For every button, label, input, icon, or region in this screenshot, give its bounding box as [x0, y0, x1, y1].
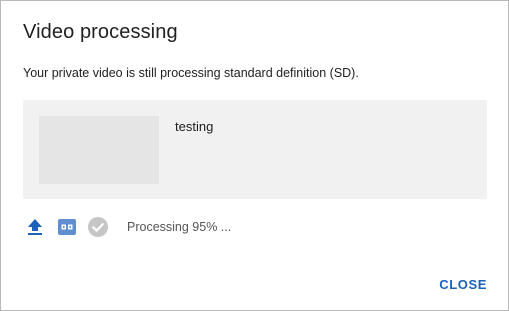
video-card: testing [23, 100, 487, 199]
close-button[interactable]: CLOSE [439, 277, 487, 292]
sd-icon [58, 219, 76, 235]
upload-icon [28, 219, 42, 235]
processing-status-row: Processing 95% ... [25, 217, 485, 239]
video-title: testing [175, 119, 214, 134]
video-processing-dialog: Video processing Your private video is s… [0, 0, 509, 311]
dialog-title: Video processing [23, 21, 178, 43]
check-circle-icon [88, 217, 108, 237]
dialog-message: Your private video is still processing s… [23, 66, 359, 80]
processing-status-text: Processing 95% ... [127, 220, 232, 234]
video-thumbnail [39, 116, 159, 184]
